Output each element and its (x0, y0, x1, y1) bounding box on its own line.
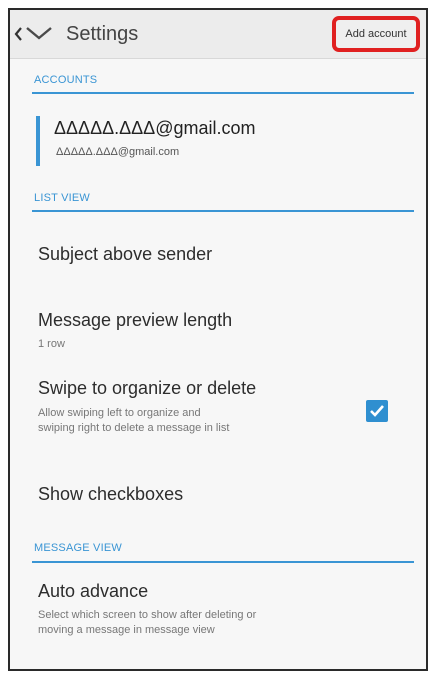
add-account-button[interactable]: Add account (332, 16, 420, 52)
swipe-checkbox[interactable] (366, 400, 388, 422)
swipe-to-organize-desc-line-1: Allow swiping left to organize and (38, 407, 201, 419)
section-divider (32, 210, 414, 212)
account-email: ΔΔΔΔΔ.ΔΔΔ@gmail.com (54, 118, 256, 138)
checkmark-icon (370, 405, 384, 417)
next-item-partial (38, 660, 98, 669)
account-email-sub: ΔΔΔΔΔ.ΔΔΔ@gmail.com (56, 146, 180, 158)
section-divider (32, 92, 414, 94)
back-button[interactable] (12, 18, 58, 50)
auto-advance-desc-line-2: moving a message in message view (38, 624, 215, 636)
section-header-list-view: LIST VIEW (34, 192, 90, 204)
email-app-icon (14, 27, 52, 41)
account-selected-indicator (36, 116, 40, 166)
auto-advance-desc-line-1: Select which screen to show after deleti… (38, 609, 257, 621)
swipe-to-organize-desc-line-2: swiping right to delete a message in lis… (38, 422, 230, 434)
add-account-label: Add account (345, 28, 407, 40)
section-divider (32, 561, 414, 563)
message-preview-length-title: Message preview length (38, 310, 233, 330)
settings-screen: Settings Add account ACCOUNTS ΔΔΔΔΔ.ΔΔΔ@… (8, 8, 428, 671)
subject-above-sender-item[interactable]: Subject above sender (38, 244, 212, 265)
message-preview-length-value: 1 row (38, 338, 65, 350)
swipe-to-organize-title: Swipe to organize or delete (38, 378, 257, 398)
show-checkboxes-item[interactable]: Show checkboxes (38, 484, 183, 505)
page-title: Settings (66, 23, 139, 45)
section-header-accounts: ACCOUNTS (34, 74, 98, 86)
auto-advance-title: Auto advance (38, 581, 149, 601)
section-header-message-view: MESSAGE VIEW (34, 542, 122, 554)
action-bar: Settings Add account (10, 10, 426, 59)
